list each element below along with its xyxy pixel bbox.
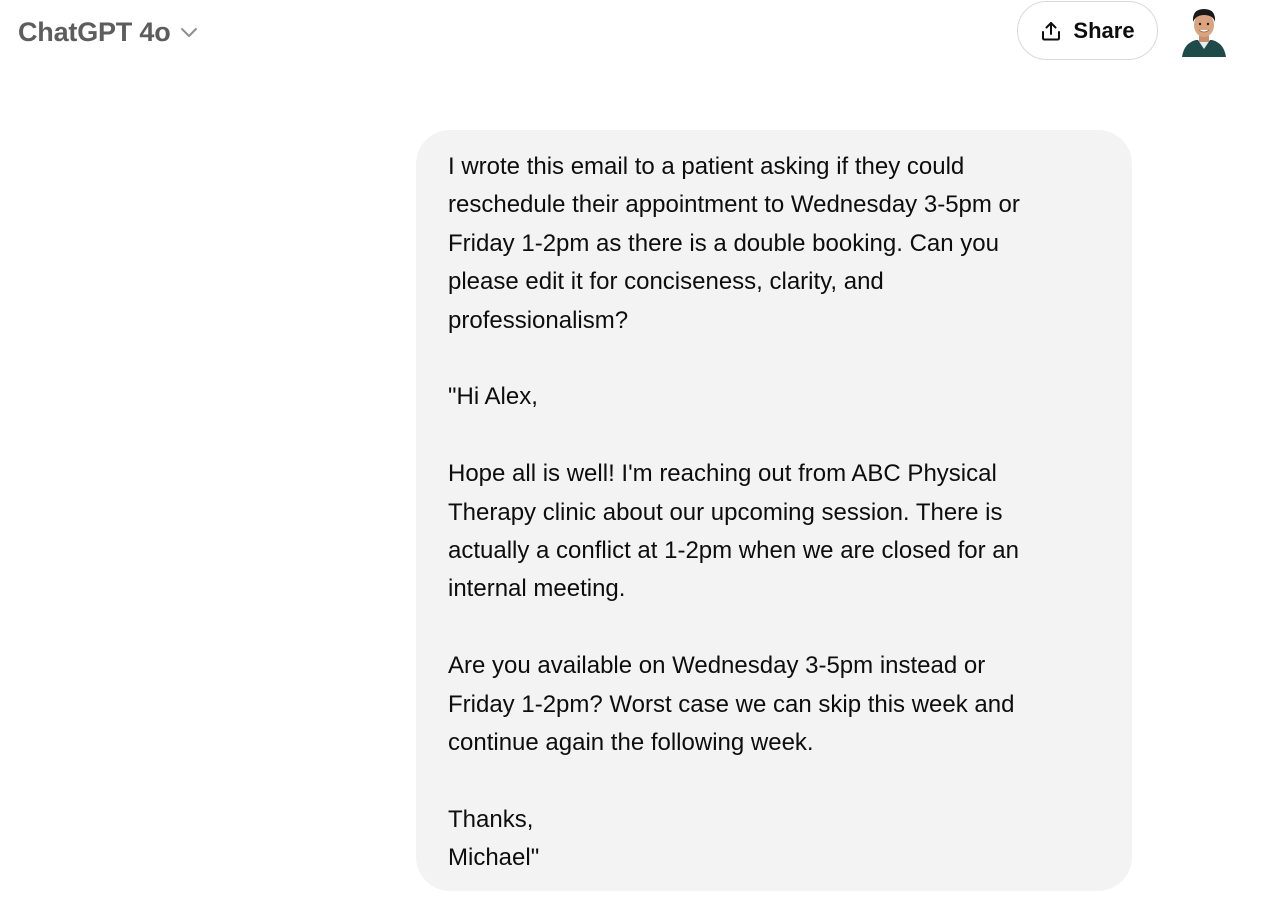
text-line: I wrote this email to a patient asking i… bbox=[448, 153, 965, 180]
share-label: Share bbox=[1073, 17, 1135, 43]
avatar[interactable] bbox=[1180, 5, 1228, 57]
text-line: please edit it for conciseness, clarity,… bbox=[448, 268, 884, 296]
text-line: continue again the following week. bbox=[448, 729, 814, 757]
text-line: Hope all is well! I'm reaching out from … bbox=[448, 460, 997, 488]
text-line: actually a conflict at 1-2pm when we are… bbox=[448, 537, 1019, 565]
user-message-bubble: I wrote this email to a patient asking i… bbox=[416, 130, 1132, 891]
email-body-paragraph-1: Hope all is well! I'm reaching out from … bbox=[448, 455, 1100, 609]
email-closing: Thanks, Michael" bbox=[448, 801, 1100, 878]
message-intro: I wrote this email to a patient asking i… bbox=[448, 148, 1100, 340]
signature-line: Michael" bbox=[448, 844, 540, 872]
text-line: professionalism? bbox=[448, 306, 629, 334]
model-name: ChatGPT 4o bbox=[18, 16, 171, 47]
text-line: Friday 1-2pm as there is a double bookin… bbox=[448, 229, 999, 257]
chat-page: ChatGPT 4o Share I wrote this email to a… bbox=[0, 0, 1264, 915]
model-switcher[interactable]: ChatGPT 4o bbox=[18, 12, 199, 52]
text-line: Are you available on Wednesday 3-5pm ins… bbox=[448, 652, 986, 680]
text-line: Friday 1-2pm? Worst case we can skip thi… bbox=[448, 690, 1015, 718]
text-line: reschedule their appointment to Wednesda… bbox=[448, 191, 1020, 219]
share-icon bbox=[1040, 20, 1062, 42]
email-greeting: "Hi Alex, bbox=[448, 383, 538, 411]
share-button[interactable]: Share bbox=[1017, 1, 1158, 60]
email-body-paragraph-2: Are you available on Wednesday 3-5pm ins… bbox=[448, 647, 1100, 762]
text-line: internal meeting. bbox=[448, 575, 626, 603]
chevron-down-icon bbox=[179, 23, 199, 43]
text-line: Therapy clinic about our upcoming sessio… bbox=[448, 498, 1003, 526]
closing-line: Thanks, bbox=[448, 805, 534, 833]
